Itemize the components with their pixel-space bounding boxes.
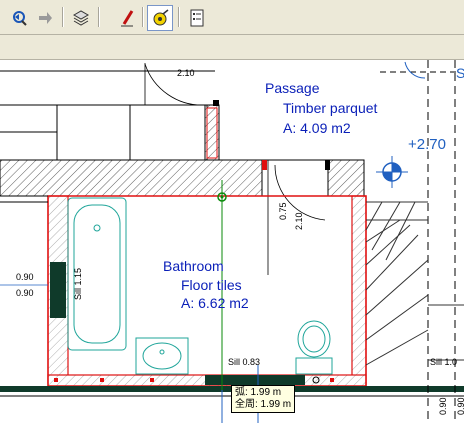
room-floor-passage: Timber parquet [283,100,378,116]
dim-bottom-b: 0.90 [456,397,464,415]
measure-button[interactable] [147,5,173,31]
elevation-label: +2.70 [408,136,446,153]
layers-button[interactable] [70,7,92,29]
secondary-toolbar [0,35,464,60]
zoom-forward-button[interactable] [34,7,56,29]
measure-tooltip: 弧: 1.99 m 全周: 1.99 m [231,385,296,413]
layers-icon [72,10,90,26]
floor-plan-drawing [0,60,464,423]
info-list-icon [190,9,204,27]
dim-bottom-a: 0.90 [438,397,448,415]
dim-door-width: 0.75 [278,202,288,220]
dim-sill-left: Sill 1.15 [73,267,83,300]
dim-sill-bottom: Sill 0.83 [228,357,261,367]
floor-plan-canvas[interactable]: Passage Timber parquet A: 4.09 m2 Bathro… [0,60,464,423]
tooltip-perimeter: 全周: 1.99 m [235,399,292,410]
dim-top-door: 2.10 [177,68,195,78]
info-button[interactable] [186,7,208,29]
pen-icon [121,10,134,27]
dim-left-top: 0.90 [16,272,34,282]
corner-letter: S [456,65,464,81]
toolbar [0,0,464,35]
zoom-back-icon [13,11,27,26]
tooltip-arc-length: 弧: 1.99 m [235,387,282,398]
pen-button[interactable] [116,7,138,29]
zoom-back-button[interactable] [8,7,30,29]
room-area-bathroom: A: 6.62 m2 [181,295,249,311]
dim-left-bottom: 0.90 [16,288,34,298]
dim-door-height: 2.10 [294,212,304,230]
room-name-passage: Passage [265,80,320,96]
dim-sill-right: Sill 1.0 [430,357,458,367]
room-area-passage: A: 4.09 m2 [283,120,351,136]
zoom-forward-icon [39,12,52,24]
room-floor-bathroom: Floor tiles [181,277,242,293]
room-name-bathroom: Bathroom [163,258,224,274]
tape-measure-icon [153,9,169,26]
